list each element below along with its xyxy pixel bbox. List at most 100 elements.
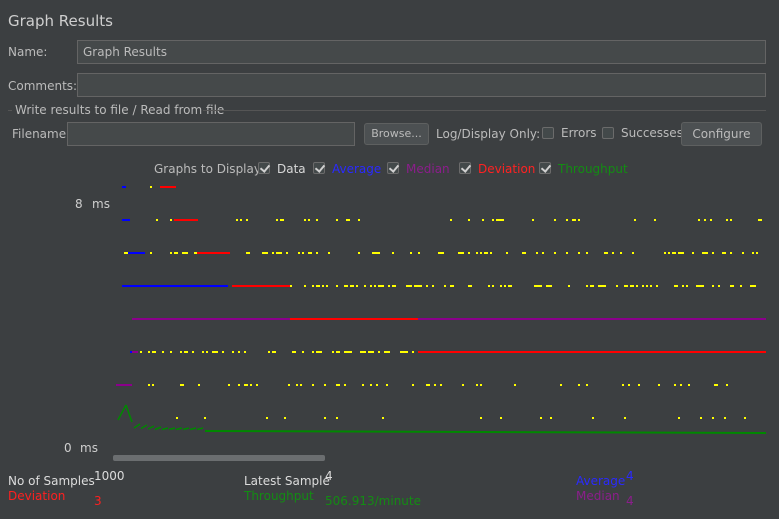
data-point xyxy=(616,285,618,287)
data-point xyxy=(364,351,366,353)
data-point xyxy=(392,285,394,287)
data-point xyxy=(192,351,194,353)
throughput-line xyxy=(175,427,183,431)
throughput-line xyxy=(168,427,176,431)
data-point xyxy=(350,285,352,287)
data-point xyxy=(312,384,314,386)
data-point xyxy=(280,219,282,221)
data-point xyxy=(468,252,470,254)
data-point xyxy=(140,351,142,353)
latest-sample-label: Latest Sample xyxy=(244,474,330,488)
data-point xyxy=(312,351,314,353)
data-point xyxy=(656,285,658,287)
data-point xyxy=(676,285,678,287)
median-value: 4 xyxy=(626,494,634,508)
data-point xyxy=(726,384,728,386)
data-point xyxy=(704,252,706,254)
data-point xyxy=(760,219,762,221)
data-point xyxy=(504,285,506,287)
graph-scrollbar[interactable] xyxy=(113,454,766,462)
data-point xyxy=(310,252,312,254)
data-point xyxy=(414,285,416,287)
data-point xyxy=(312,285,314,287)
data-point xyxy=(368,351,370,353)
data-point xyxy=(400,351,402,353)
data-point xyxy=(386,351,388,353)
data-point xyxy=(686,285,688,287)
data-point xyxy=(536,285,538,287)
data-point xyxy=(706,252,708,254)
data-point xyxy=(664,252,666,254)
data-point xyxy=(502,219,504,221)
data-point xyxy=(344,351,346,353)
data-point xyxy=(754,285,756,287)
data-point xyxy=(550,417,552,419)
data-point xyxy=(404,351,406,353)
data-point xyxy=(724,417,726,419)
data-point xyxy=(222,351,224,353)
deviation-label: Deviation xyxy=(8,489,66,503)
data-point xyxy=(182,384,184,386)
data-point xyxy=(206,351,208,353)
data-point xyxy=(324,417,326,419)
data-point xyxy=(376,252,378,254)
data-point xyxy=(750,285,752,287)
data-point xyxy=(176,417,178,419)
data-point xyxy=(406,285,408,287)
data-point xyxy=(468,285,470,287)
data-point xyxy=(508,285,510,287)
data-point xyxy=(572,219,574,221)
data-point xyxy=(586,384,588,386)
data-point xyxy=(370,351,372,353)
data-point xyxy=(170,252,172,254)
data-point xyxy=(524,252,526,254)
data-point xyxy=(194,252,196,254)
data-point xyxy=(578,219,580,221)
data-point xyxy=(712,285,714,287)
data-point xyxy=(274,351,276,353)
data-point xyxy=(586,285,588,287)
data-point xyxy=(376,384,378,386)
throughput-line xyxy=(133,423,141,429)
data-point xyxy=(246,252,248,254)
data-point xyxy=(484,252,486,254)
data-point xyxy=(724,252,726,254)
data-point xyxy=(294,351,296,353)
data-point xyxy=(632,252,634,254)
data-point xyxy=(538,285,540,287)
data-point xyxy=(480,252,482,254)
data-point xyxy=(372,351,374,353)
data-point xyxy=(402,351,404,353)
data-point xyxy=(730,219,732,221)
throughput-line xyxy=(140,424,148,430)
data-point xyxy=(384,351,386,353)
no-of-samples-value: 1000 xyxy=(94,469,125,483)
data-point xyxy=(332,351,334,353)
data-point xyxy=(680,252,682,254)
data-point xyxy=(624,285,626,287)
data-point xyxy=(382,417,384,419)
data-point xyxy=(452,285,454,287)
data-point xyxy=(434,384,436,386)
data-point xyxy=(308,219,310,221)
graph-scrollbar-thumb[interactable] xyxy=(113,455,325,461)
data-point xyxy=(592,417,594,419)
data-point xyxy=(486,252,488,254)
data-point xyxy=(276,219,278,221)
data-point xyxy=(148,384,150,386)
data-point xyxy=(412,351,414,353)
data-point xyxy=(492,285,494,287)
data-point xyxy=(758,219,760,221)
data-point xyxy=(364,285,366,287)
data-point xyxy=(490,252,492,254)
data-point xyxy=(696,285,698,287)
data-point xyxy=(264,252,266,254)
data-point xyxy=(362,351,364,353)
data-point xyxy=(266,417,268,419)
data-point xyxy=(406,351,408,353)
data-point xyxy=(326,285,328,287)
data-point xyxy=(416,285,418,287)
data-point xyxy=(646,285,648,287)
data-point xyxy=(444,285,446,287)
data-point xyxy=(578,252,580,254)
